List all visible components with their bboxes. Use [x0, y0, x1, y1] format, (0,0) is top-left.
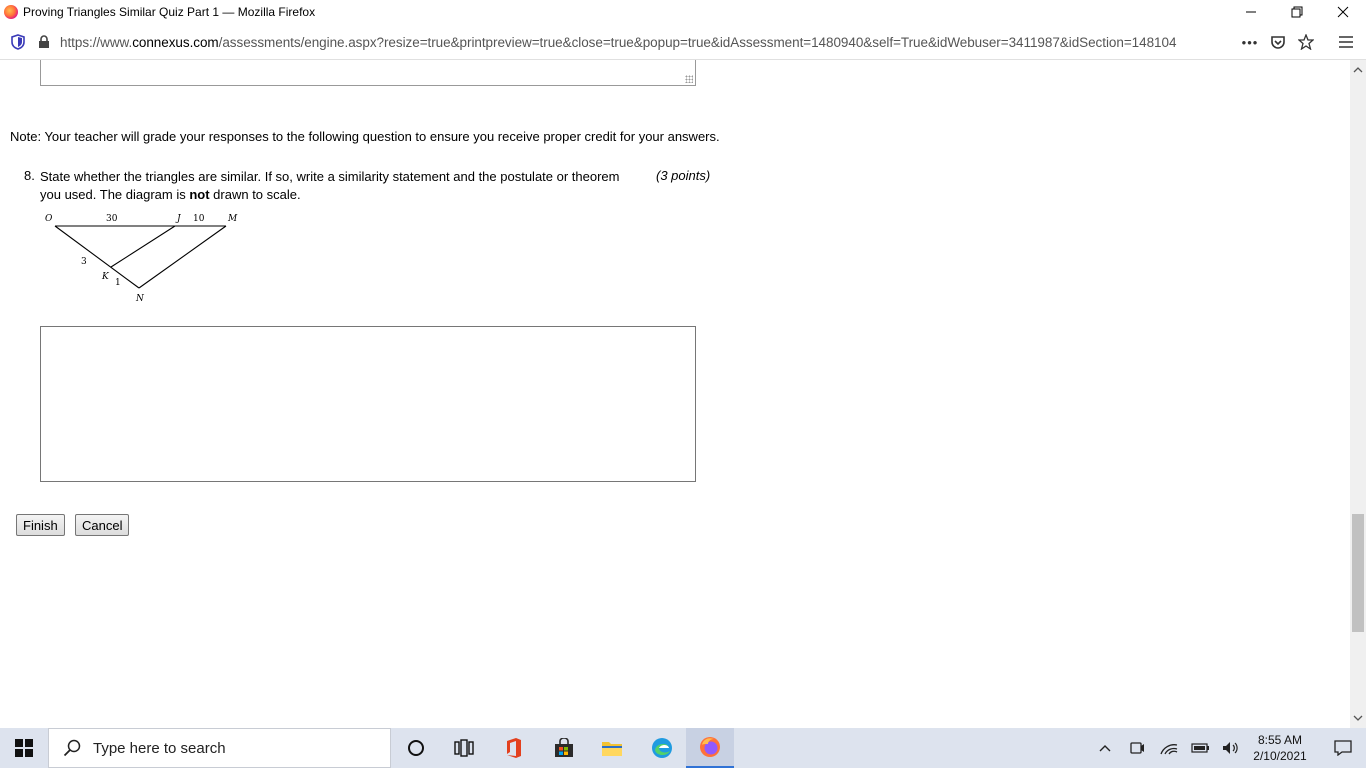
url-prefix: https://www. [60, 34, 133, 50]
meet-now-camera-icon[interactable] [1126, 728, 1148, 768]
question-text-bold: not [189, 187, 210, 202]
file-explorer-icon[interactable] [588, 728, 636, 768]
lock-icon[interactable] [36, 34, 52, 50]
finish-button[interactable]: Finish [16, 514, 65, 536]
question-text-part2: drawn to scale. [209, 187, 301, 202]
wifi-icon[interactable] [1158, 728, 1180, 768]
cortana-icon[interactable] [392, 728, 440, 768]
title-bar: Proving Triangles Similar Quiz Part 1 — … [0, 0, 1366, 24]
scrollbar-thumb[interactable] [1352, 514, 1364, 632]
answer-textarea[interactable] [40, 326, 696, 482]
close-button[interactable] [1320, 0, 1366, 24]
notification-center-icon[interactable] [1320, 728, 1366, 768]
label-K: K [101, 272, 110, 282]
firefox-taskbar-icon[interactable] [686, 728, 734, 768]
clock-date: 2/10/2021 [1253, 749, 1307, 763]
restore-icon [1291, 6, 1303, 18]
windows-logo-icon [15, 739, 33, 757]
length-KN: 1 [115, 278, 121, 288]
url-text[interactable]: https://www.connexus.com/assessments/eng… [60, 35, 1240, 50]
segment-MN [138, 225, 227, 289]
scroll-down-arrow-icon[interactable] [1350, 710, 1366, 726]
url-rest: /assessments/engine.aspx?resize=true&pri… [218, 34, 1177, 50]
segment-JK [110, 225, 176, 268]
edge-browser-icon[interactable] [638, 728, 686, 768]
length-JM: 10 [193, 214, 205, 224]
page-content: Note: Your teacher will grade your respo… [0, 60, 1350, 728]
search-placeholder: Type here to search [93, 739, 226, 757]
cancel-button[interactable]: Cancel [75, 514, 130, 536]
battery-icon[interactable] [1190, 728, 1212, 768]
question-points: (3 points) [656, 168, 711, 183]
minimize-icon [1246, 11, 1256, 13]
question-number: 8. [24, 168, 35, 183]
tracking-protection-shield-icon[interactable] [10, 34, 26, 50]
volume-icon[interactable] [1220, 728, 1242, 768]
window-controls [1228, 0, 1366, 24]
search-icon [63, 739, 81, 757]
resize-grip-icon[interactable] [685, 75, 693, 83]
close-icon [1337, 6, 1349, 18]
start-button[interactable] [0, 728, 48, 768]
triangle-diagram: O 30 J 10 M 3 K 1 N [45, 214, 238, 304]
length-OJ: 30 [106, 214, 118, 224]
restore-button[interactable] [1274, 0, 1320, 24]
label-O: O [45, 214, 53, 224]
question-text-part1: State whether the triangles are similar.… [40, 169, 620, 202]
pocket-icon[interactable] [1268, 32, 1288, 52]
page-actions-menu-icon[interactable]: ••• [1240, 32, 1260, 52]
firefox-logo-icon [4, 5, 18, 19]
clock-time: 8:55 AM [1257, 733, 1303, 747]
taskbar-search-box[interactable]: Type here to search [48, 728, 391, 768]
scroll-up-arrow-icon[interactable] [1350, 62, 1366, 78]
bookmark-star-icon[interactable] [1296, 32, 1316, 52]
show-hidden-icons-chevron-up-icon[interactable] [1094, 728, 1116, 768]
label-J: J [175, 214, 182, 224]
question-text: State whether the triangles are similar.… [40, 168, 635, 204]
microsoft-store-icon[interactable] [540, 728, 588, 768]
system-clock[interactable]: 8:55 AM 2/10/2021 [1242, 732, 1318, 764]
previous-answer-textarea[interactable] [40, 60, 696, 86]
navigation-bar: https://www.connexus.com/assessments/eng… [0, 24, 1366, 60]
label-M: M [227, 214, 238, 224]
window-title: Proving Triangles Similar Quiz Part 1 — … [23, 5, 316, 19]
url-bar[interactable]: https://www.connexus.com/assessments/eng… [4, 28, 1324, 56]
url-host: connexus.com [132, 34, 219, 50]
windows-taskbar: Type here to search 8:55 AM 2/10/2021 [0, 728, 1366, 768]
minimize-button[interactable] [1228, 0, 1274, 24]
grading-note: Note: Your teacher will grade your respo… [10, 129, 720, 144]
office-icon[interactable] [490, 728, 538, 768]
task-view-icon[interactable] [440, 728, 488, 768]
hamburger-menu-icon[interactable] [1336, 32, 1356, 52]
length-OK: 3 [81, 257, 87, 267]
label-N: N [135, 294, 145, 304]
vertical-scrollbar[interactable] [1350, 60, 1366, 728]
